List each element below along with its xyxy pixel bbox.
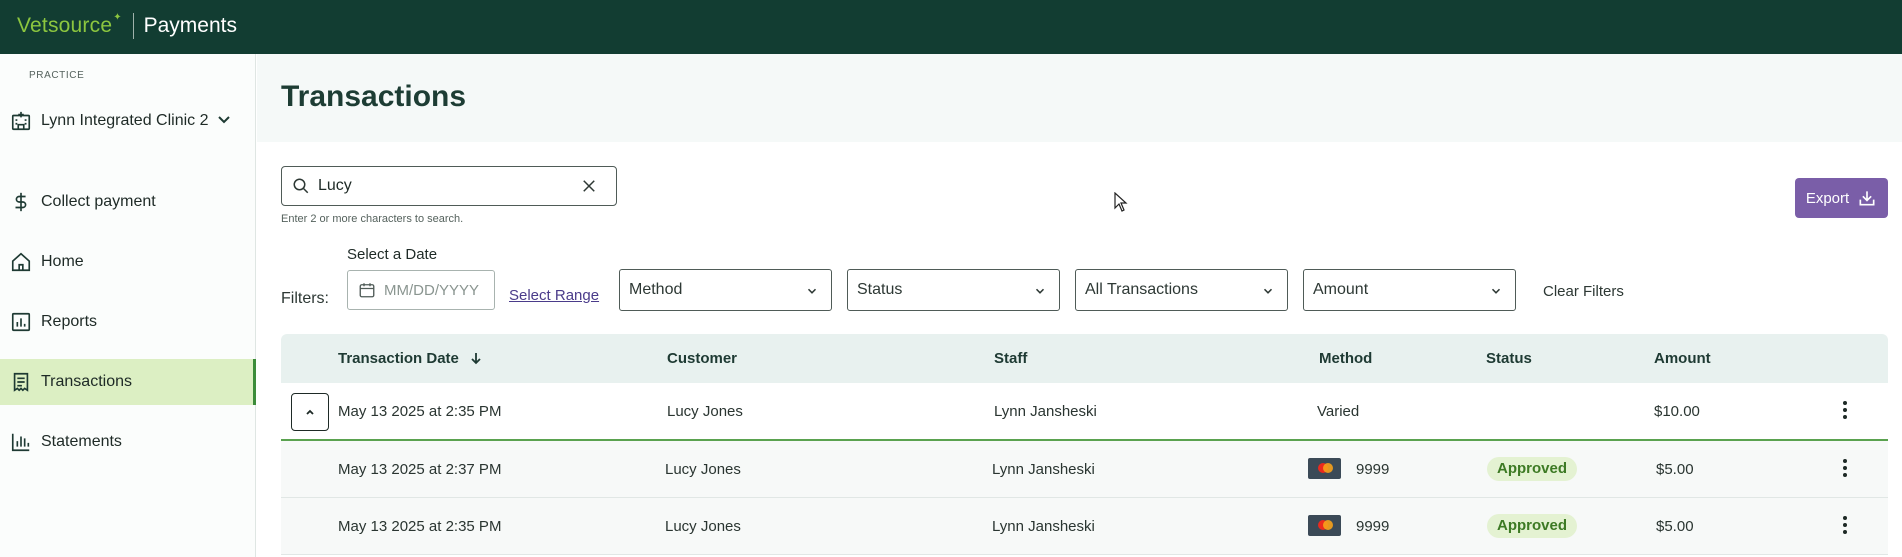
collapse-row-button[interactable]: [291, 393, 329, 431]
search-input[interactable]: [318, 177, 580, 195]
export-label: Export: [1805, 189, 1850, 207]
cell-date: May 13 2025 at 2:35 PM: [338, 403, 502, 420]
mastercard-icon: [1308, 515, 1341, 536]
sidebar-item-label: Reports: [41, 313, 98, 330]
brand-divider: [132, 13, 134, 39]
cell-customer: Lucy Jones: [665, 461, 741, 478]
brand-name: Vetsource: [17, 14, 113, 37]
dropdown-label: All Transactions: [1085, 281, 1198, 298]
sort-down-icon: [471, 353, 481, 365]
practice-selector[interactable]: Lynn Integrated Clinic 2: [10, 102, 246, 140]
sidebar-item-statements[interactable]: Statements: [0, 419, 256, 465]
dropdown-label: Amount: [1313, 281, 1369, 298]
title-band: Transactions: [257, 54, 1902, 142]
cell-card-last4: 9999: [1356, 518, 1390, 535]
practice-label: PRACTICE: [29, 70, 85, 81]
close-icon[interactable]: [580, 177, 598, 195]
cell-staff: Lynn Jansheski: [994, 403, 1097, 420]
calendar-icon: [359, 283, 375, 298]
cell-amount: $10.00: [1654, 403, 1700, 420]
amount-filter-dropdown[interactable]: Amount: [1303, 269, 1516, 311]
date-field[interactable]: MM/DD/YYYY: [347, 270, 495, 310]
cell-staff: Lynn Jansheski: [992, 518, 1095, 535]
row-actions-menu-icon[interactable]: [1842, 516, 1848, 536]
brand-spark-icon: ✦: [113, 11, 122, 23]
cell-customer: Lucy Jones: [665, 518, 741, 535]
product-name: Payments: [143, 14, 237, 37]
page-title: Transactions: [281, 80, 467, 113]
search-field[interactable]: [281, 166, 617, 206]
header-amount[interactable]: Amount: [1654, 350, 1711, 367]
header-staff[interactable]: Staff: [994, 350, 1027, 367]
cell-method: Varied: [1317, 403, 1360, 420]
table-row[interactable]: May 13 2025 at 2:35 PM Lucy Jones Lynn J…: [281, 498, 1888, 555]
practice-name: Lynn Integrated Clinic 2: [41, 112, 209, 129]
header-label: Transaction Date: [338, 350, 459, 367]
export-button[interactable]: Export: [1795, 178, 1888, 218]
cell-amount: $5.00: [1656, 461, 1694, 478]
mouse-cursor-icon: [1114, 192, 1128, 212]
table-row[interactable]: May 13 2025 at 2:37 PM Lucy Jones Lynn J…: [281, 441, 1888, 498]
sidebar-item-label: Transactions: [41, 373, 132, 390]
row-actions-menu-icon[interactable]: [1842, 401, 1848, 421]
cell-customer: Lucy Jones: [667, 403, 743, 420]
download-tray-icon: [1859, 191, 1875, 206]
sidebar-item-reports[interactable]: Reports: [0, 299, 256, 345]
chevron-up-icon: [306, 409, 314, 415]
cell-amount: $5.00: [1656, 518, 1694, 535]
sidebar-item-home[interactable]: Home: [0, 239, 256, 285]
sidebar-item-transactions[interactable]: Transactions: [0, 359, 256, 405]
sidebar: PRACTICE Lynn Integrated Clinic 2 Collec…: [0, 54, 256, 557]
header-method[interactable]: Method: [1319, 350, 1372, 367]
search-hint: Enter 2 or more characters to search.: [281, 213, 464, 225]
chevron-down-icon: [807, 288, 817, 294]
clinic-building-icon: [11, 111, 31, 131]
filters-label: Filters:: [281, 290, 329, 307]
sidebar-item-label: Collect payment: [41, 193, 156, 210]
select-range-link[interactable]: Select Range: [509, 287, 599, 304]
sidebar-item-label: Home: [41, 253, 84, 270]
chevron-down-icon: [1035, 288, 1045, 294]
sidebar-item-collect-payment[interactable]: Collect payment: [0, 179, 256, 225]
reports-icon: [11, 312, 31, 332]
header-customer[interactable]: Customer: [667, 350, 737, 367]
receipt-icon: [13, 372, 29, 392]
status-badge: Approved: [1487, 514, 1578, 538]
clear-filters-button[interactable]: Clear Filters: [1543, 283, 1624, 300]
home-icon: [11, 252, 31, 272]
transaction-type-filter-dropdown[interactable]: All Transactions: [1075, 269, 1288, 311]
cell-date: May 13 2025 at 2:37 PM: [338, 461, 502, 478]
dropdown-label: Status: [857, 281, 903, 298]
cell-staff: Lynn Jansheski: [992, 461, 1095, 478]
date-placeholder: MM/DD/YYYY: [384, 281, 480, 299]
transactions-table: Transaction Date Customer Staff Method S…: [281, 334, 1888, 555]
search-icon: [293, 178, 309, 194]
status-filter-dropdown[interactable]: Status: [847, 269, 1060, 311]
chevron-down-icon: [1263, 288, 1273, 294]
mastercard-icon: [1308, 458, 1341, 479]
table-header: Transaction Date Customer Staff Method S…: [281, 334, 1888, 383]
row-actions-menu-icon[interactable]: [1842, 459, 1848, 479]
header-transaction-date[interactable]: Transaction Date: [338, 350, 483, 367]
main-content: Transactions Enter 2 or more characters …: [257, 54, 1902, 557]
dollar-icon: [15, 192, 27, 212]
chevron-down-icon: [218, 116, 230, 124]
chevron-down-icon: [1491, 288, 1501, 294]
table-row-parent[interactable]: May 13 2025 at 2:35 PM Lucy Jones Lynn J…: [281, 383, 1888, 441]
cell-card-last4: 9999: [1356, 461, 1390, 478]
sidebar-item-label: Statements: [41, 433, 122, 450]
method-filter-dropdown[interactable]: Method: [619, 269, 832, 311]
brand-logo[interactable]: Vetsource ✦ Payments: [17, 11, 237, 39]
dropdown-label: Method: [629, 281, 683, 298]
cell-date: May 13 2025 at 2:35 PM: [338, 518, 502, 535]
header-status[interactable]: Status: [1486, 350, 1532, 367]
bar-chart-icon: [11, 433, 30, 452]
date-label: Select a Date: [347, 246, 438, 263]
status-badge: Approved: [1487, 457, 1578, 481]
top-bar: Vetsource ✦ Payments: [0, 0, 1902, 54]
